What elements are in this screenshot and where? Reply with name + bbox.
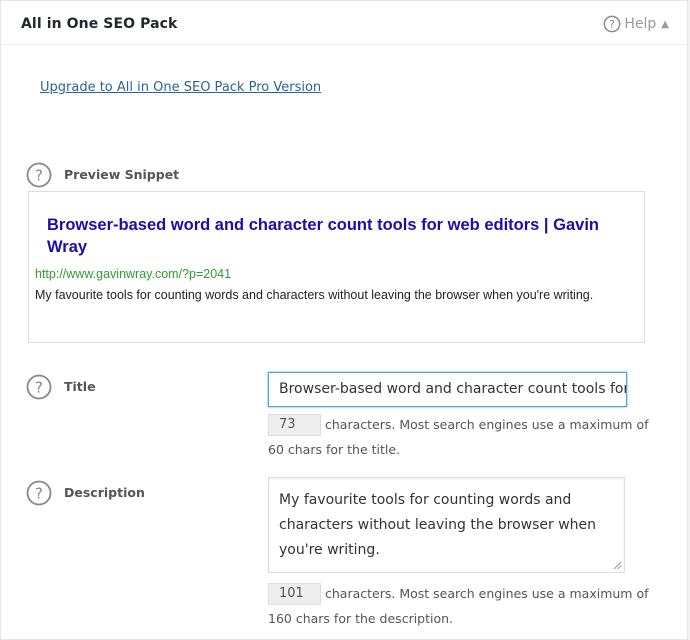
snippet-description: My favourite tools for counting words an… xyxy=(35,288,594,302)
question-circle-icon[interactable]: ? xyxy=(26,162,52,188)
title-label: Title xyxy=(64,379,96,394)
description-textarea[interactable]: My favourite tools for counting words an… xyxy=(268,477,625,573)
preview-snippet-label: Preview Snippet xyxy=(64,167,180,182)
description-hint-line2: 160 chars for the description. xyxy=(268,611,454,626)
description-hint-line1: characters. Most search engines use a ma… xyxy=(325,586,649,601)
upgrade-link[interactable]: Upgrade to All in One SEO Pack Pro Versi… xyxy=(40,80,321,95)
snippet-url: http://www.gavinwray.com/?p=2041 xyxy=(35,267,232,281)
description-text: My favourite tools for counting words an… xyxy=(279,492,597,558)
title-input[interactable]: Browser-based word and character count t… xyxy=(268,372,627,407)
title-char-count: 73 xyxy=(268,414,321,436)
svg-text:?: ? xyxy=(35,167,43,185)
svg-text:?: ? xyxy=(610,18,616,31)
title-hint-line2: 60 chars for the title. xyxy=(268,442,401,457)
collapse-arrow-icon[interactable]: ▲ xyxy=(661,19,669,30)
svg-text:?: ? xyxy=(35,379,43,397)
resize-handle-icon[interactable] xyxy=(613,561,622,570)
seo-pack-panel: All in One SEO Pack ? Help ▲ Upgrade to … xyxy=(0,0,688,640)
title-hint-line1: characters. Most search engines use a ma… xyxy=(325,417,649,432)
help-circle-icon: ? xyxy=(604,15,621,33)
help-toggle[interactable]: ? Help ▲ xyxy=(603,15,669,33)
description-char-count: 101 xyxy=(268,583,321,605)
svg-text:?: ? xyxy=(35,485,43,503)
help-label: Help xyxy=(624,16,657,32)
preview-snippet: Browser-based word and character count t… xyxy=(28,191,645,343)
snippet-title: Browser-based word and character count t… xyxy=(47,216,599,256)
description-label: Description xyxy=(64,485,145,500)
panel-header[interactable]: All in One SEO Pack ? Help ▲ xyxy=(1,1,687,45)
panel-title: All in One SEO Pack xyxy=(21,16,178,32)
question-circle-icon[interactable]: ? xyxy=(26,374,52,400)
question-circle-icon[interactable]: ? xyxy=(26,480,52,506)
